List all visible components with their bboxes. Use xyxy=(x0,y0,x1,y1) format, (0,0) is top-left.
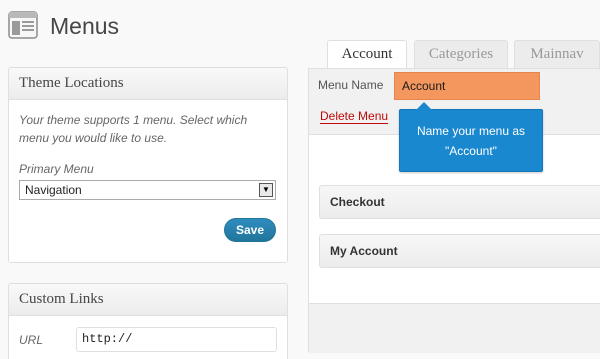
chevron-down-icon[interactable]: ▼ xyxy=(259,183,273,197)
menu-edit-panel: Menu Name Account Delete Menu Checkout M… xyxy=(308,68,600,353)
page-header: Menus xyxy=(8,8,119,44)
page-title: Menus xyxy=(50,12,120,39)
primary-menu-label: Primary Menu xyxy=(19,162,94,176)
tab-account[interactable]: Account xyxy=(327,40,407,69)
tab-categories[interactable]: Categories xyxy=(414,40,508,68)
tooltip-caret xyxy=(416,102,432,110)
tooltip-line-1: Name your menu as xyxy=(416,124,526,138)
theme-locations-hint: Your theme supports 1 menu. Select which… xyxy=(19,113,248,145)
menu-name-label: Menu Name xyxy=(318,78,384,92)
menus-icon xyxy=(8,11,40,41)
theme-locations-box: Theme Locations Your theme supports 1 me… xyxy=(8,67,288,263)
menu-name-tooltip: Name your menu as "Account" xyxy=(399,102,543,172)
delete-menu-link[interactable]: Delete Menu xyxy=(320,109,389,124)
menu-name-input[interactable]: Account xyxy=(394,72,540,100)
menu-item-checkout[interactable]: Checkout xyxy=(319,185,600,219)
menu-footer xyxy=(309,303,600,353)
menu-item-my-account[interactable]: My Account xyxy=(319,234,600,268)
save-button[interactable]: Save xyxy=(224,218,276,242)
custom-links-title: Custom Links xyxy=(9,284,287,316)
primary-menu-selected: Navigation xyxy=(25,183,82,197)
primary-menu-select[interactable]: Navigation ▼ xyxy=(19,180,276,200)
url-input[interactable]: http:// xyxy=(76,327,277,352)
theme-locations-title: Theme Locations xyxy=(9,68,287,100)
url-label: URL xyxy=(19,333,44,347)
custom-links-box: Custom Links URL http:// xyxy=(8,283,288,359)
tooltip-line-2: "Account" xyxy=(445,144,497,158)
tab-mainnav[interactable]: Mainnav xyxy=(514,40,600,68)
